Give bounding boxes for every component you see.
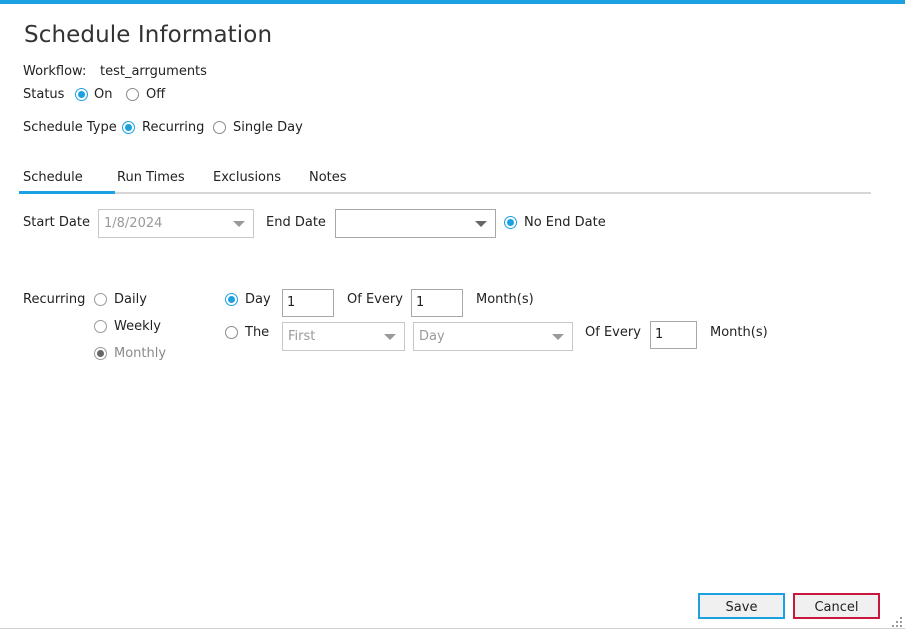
day-months-input[interactable]: 1 [411, 289, 463, 317]
end-date-picker[interactable] [335, 209, 496, 238]
day-of-every-label: Of Every [347, 292, 403, 307]
tab-exclusions[interactable]: Exclusions [213, 170, 281, 185]
workflow-label: Workflow: [23, 64, 87, 79]
tab-run-times[interactable]: Run Times [117, 170, 185, 185]
weekly-radio[interactable] [94, 320, 107, 333]
start-date-label: Start Date [23, 215, 90, 230]
chevron-down-icon [233, 221, 245, 227]
monthly-the-label[interactable]: The [245, 325, 269, 340]
ordinal-value: First [288, 329, 316, 344]
end-date-label: End Date [266, 215, 326, 230]
day-months-label: Month(s) [476, 292, 534, 307]
status-off-label[interactable]: Off [146, 87, 165, 102]
day-months-value: 1 [416, 295, 425, 310]
monthly-label[interactable]: Monthly [114, 346, 166, 361]
cancel-button[interactable]: Cancel [793, 593, 880, 619]
the-of-every-label: Of Every [585, 325, 641, 340]
start-date-value: 1/8/2024 [104, 216, 163, 231]
recurring-label: Recurring [23, 292, 86, 307]
workflow-value: test_arrguments [100, 64, 207, 79]
monthly-day-radio[interactable] [225, 293, 238, 306]
start-date-picker[interactable]: 1/8/2024 [98, 209, 254, 238]
the-months-value: 1 [655, 327, 664, 342]
the-months-input[interactable]: 1 [650, 321, 697, 349]
tab-schedule[interactable]: Schedule [23, 170, 83, 185]
recurring-type-label[interactable]: Recurring [142, 120, 204, 135]
weekday-select[interactable]: Day [413, 322, 573, 351]
status-on-radio[interactable] [75, 88, 88, 101]
daily-label[interactable]: Daily [114, 292, 147, 307]
monthly-day-label[interactable]: Day [245, 292, 271, 307]
single-day-type-radio[interactable] [213, 121, 226, 134]
day-number-input[interactable]: 1 [282, 289, 334, 317]
chevron-down-icon [552, 334, 564, 340]
status-label: Status [23, 87, 65, 102]
tab-notes[interactable]: Notes [309, 170, 347, 185]
no-end-date-label[interactable]: No End Date [524, 215, 606, 230]
resize-grip-icon[interactable] [892, 617, 902, 627]
status-off-radio[interactable] [126, 88, 139, 101]
schedule-type-label: Schedule Type [23, 120, 117, 135]
weekday-value: Day [419, 329, 445, 344]
footer-divider [0, 628, 905, 629]
recurring-type-radio[interactable] [122, 121, 135, 134]
the-months-label: Month(s) [710, 325, 768, 340]
tab-active-indicator [19, 191, 115, 194]
no-end-date-radio[interactable] [504, 216, 517, 229]
save-button[interactable]: Save [698, 593, 785, 619]
page-title: Schedule Information [24, 22, 273, 48]
top-accent-bar [0, 0, 905, 4]
ordinal-select[interactable]: First [282, 322, 405, 351]
daily-radio[interactable] [94, 293, 107, 306]
status-on-label[interactable]: On [94, 87, 112, 102]
chevron-down-icon [475, 221, 487, 227]
weekly-label[interactable]: Weekly [114, 319, 161, 334]
chevron-down-icon [384, 334, 396, 340]
monthly-the-radio[interactable] [225, 326, 238, 339]
day-number-value: 1 [287, 295, 296, 310]
single-day-type-label[interactable]: Single Day [233, 120, 303, 135]
tabs-divider [19, 192, 871, 194]
monthly-radio[interactable] [94, 347, 107, 360]
